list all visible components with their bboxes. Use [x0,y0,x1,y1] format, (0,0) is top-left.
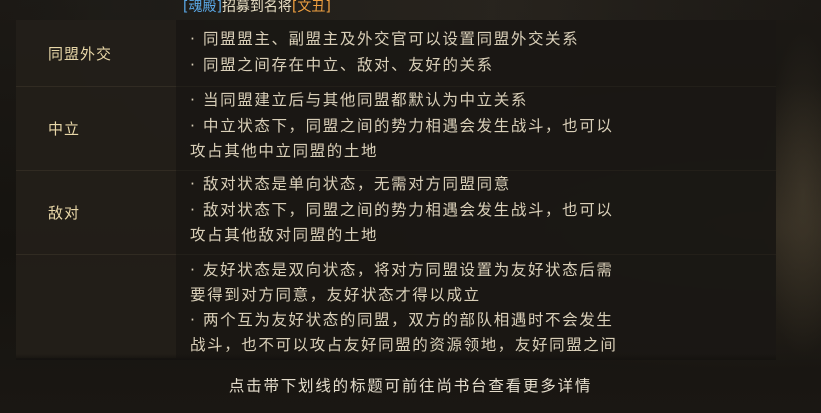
row-description: · 敌对状态是单向状态，无需对方同盟同意 · 敌对状态下，同盟之间的势力相遇会发… [176,170,776,254]
description-line: · 同盟盟主、副盟主及外交官可以设置同盟外交关系 [190,30,580,48]
description-line: 攻占其他中立同盟的土地 [190,142,379,160]
description-line: · 中立状态下，同盟之间的势力相遇会发生战斗，也可以 [190,117,614,135]
help-row-neutral: 中立 · 当同盟建立后与其他同盟都默认为中立关系 · 中立状态下，同盟之间的势力… [16,86,776,171]
ticker-general-name: [文丑] [291,0,331,15]
description-line: 要得到对方同意，友好状态才得以成立 [190,286,481,304]
help-row-hostile: 敌对 · 敌对状态是单向状态，无需对方同盟同意 · 敌对状态下，同盟之间的势力相… [16,170,776,255]
description-line: · 同盟之间存在中立、敌对、友好的关系 [190,56,494,74]
row-description: · 同盟盟主、副盟主及外交官可以设置同盟外交关系 · 同盟之间存在中立、敌对、友… [176,20,776,86]
help-row-friendly: · 友好状态是双向状态，将对方同盟设置为友好状态后需 要得到对方同意，友好状态才… [16,254,776,358]
description-line: · 敌对状态下，同盟之间的势力相遇会发生战斗，也可以 [190,201,614,219]
scroll-fade [16,354,776,360]
row-title-neutral[interactable]: 中立 [16,86,176,170]
description-line: · 敌对状态是单向状态，无需对方同盟同意 [190,175,511,193]
footer-hint: 点击带下划线的标题可前往尚书台查看更多详情 [228,377,593,395]
row-title-hostile[interactable]: 敌对 [16,170,176,254]
description-line: 攻占其他敌对同盟的土地 [190,226,379,244]
row-description: · 当同盟建立后与其他同盟都默认为中立关系 · 中立状态下，同盟之间的势力相遇会… [176,86,776,170]
description-line: · 友好状态是双向状态，将对方同盟设置为友好状态后需 [190,261,614,279]
row-description: · 友好状态是双向状态，将对方同盟设置为友好状态后需 要得到对方同意，友好状态才… [176,254,776,358]
row-title-friendly[interactable] [16,254,176,358]
row-title-diplomacy[interactable]: 同盟外交 [16,20,176,86]
ticker-alliance-name: [魂殿] [183,0,222,15]
description-line: · 两个互为友好状态的同盟，双方的部队相遇时不会发生 [190,311,614,329]
help-row-diplomacy: 同盟外交 · 同盟盟主、副盟主及外交官可以设置同盟外交关系 · 同盟之间存在中立… [16,20,776,87]
description-line: 战斗，也不可以攻占友好同盟的资源领地，友好同盟之间 [190,336,618,354]
alliance-diplomacy-help-panel[interactable]: 同盟外交 · 同盟盟主、副盟主及外交官可以设置同盟外交关系 · 同盟之间存在中立… [16,20,776,358]
recruit-announcement-ticker: [魂殿]招募到名将[文丑] [0,0,821,20]
ticker-message: 招募到名将 [221,0,292,15]
description-line: · 当同盟建立后与其他同盟都默认为中立关系 [190,91,528,109]
